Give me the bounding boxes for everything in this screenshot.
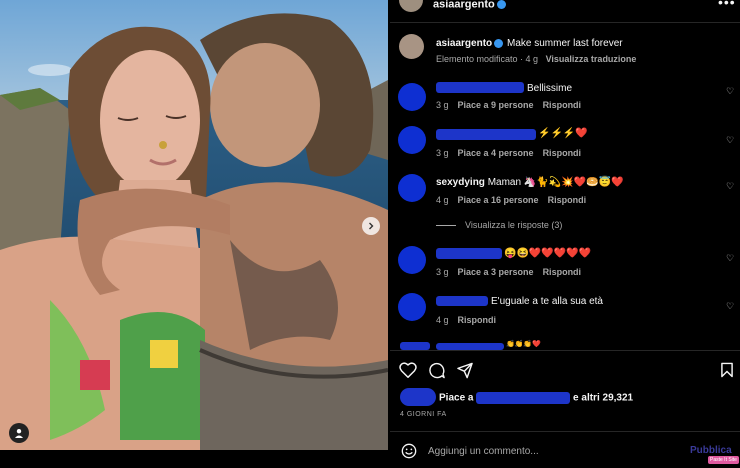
comment-avatar[interactable] [398,246,426,274]
comment-meta: 3 g Piace a 3 persone Rispondi [436,267,582,277]
tagged-user-icon[interactable] [9,423,29,443]
send-icon [457,362,473,379]
redacted-username [476,392,571,404]
comment-button[interactable] [428,362,446,384]
bookmark-icon [721,362,733,378]
redacted-username [436,343,504,350]
like-button[interactable] [399,362,417,383]
smiley-icon [401,443,417,459]
heart-icon [399,362,417,379]
redacted-username [436,296,488,306]
comment-meta: 4 g Rispondi [436,315,497,325]
comment-avatar[interactable] [398,83,426,111]
comment-meta: 3 g Piace a 9 persone Rispondi [436,100,582,110]
comment-likes[interactable]: Piace a 3 persone [458,267,534,277]
like-comment-icon[interactable]: ♡ [726,301,734,312]
more-options-icon[interactable]: ••• [718,0,736,10]
comment-text: 👏👏👏❤️ [506,341,541,348]
post-author-username[interactable]: asiaargento [433,0,506,10]
emoji-button[interactable] [401,443,417,464]
reply-button[interactable]: Rispondi [543,100,582,110]
likes-avatars[interactable] [400,388,436,406]
comment-likes[interactable]: Piace a 9 persone [458,100,534,110]
input-divider [390,431,740,432]
comment-avatar[interactable] [398,126,426,154]
comment-likes[interactable]: Piace a 4 persone [458,148,534,158]
comment-avatar[interactable] [400,342,430,350]
comment-text: E'uguale a te alla sua età [491,296,603,307]
redacted-username [436,248,502,259]
photo-footer [0,450,388,468]
comment-likes[interactable]: Piace a 16 persone [458,195,539,205]
comment-avatar[interactable] [398,293,426,321]
comment-avatar[interactable] [398,174,426,202]
comment-text: Maman 🦄🐈💫💥❤️🥯😇❤️ [487,177,624,188]
like-comment-icon[interactable]: ♡ [726,181,734,192]
reply-button[interactable]: Rispondi [548,195,587,205]
actions-divider [390,350,740,351]
next-photo-button[interactable] [362,217,380,235]
redacted-username [436,82,524,93]
post-time: 4 GIORNI FA [400,411,447,418]
replies-line [436,225,456,227]
comment-meta: 4 g Piace a 16 persone Rispondi [436,195,587,205]
comment-text: ⚡⚡⚡❤️ [538,128,588,139]
reply-button[interactable]: Rispondi [458,315,497,325]
comment-icon [429,362,445,379]
translate-link[interactable]: Visualizza traduzione [546,54,637,64]
comment-username[interactable]: sexydying [436,177,485,188]
comment-line: sexydying Maman 🦄🐈💫💥❤️🥯😇❤️ [436,177,623,188]
share-button[interactable] [456,362,474,384]
caption-text: Make summer last forever [507,38,623,49]
verified-icon [496,0,506,9]
caption-avatar[interactable] [399,34,424,59]
header-divider [390,22,740,23]
reply-button[interactable]: Rispondi [543,148,582,158]
like-comment-icon[interactable]: ♡ [726,135,734,146]
view-replies-button[interactable]: Visualizza le risposte (3) [436,220,562,230]
verified-icon [494,38,504,48]
comment-text: 😝😆❤️❤️❤️❤️❤️ [504,248,592,259]
chevron-right-icon [369,222,374,230]
likes-summary[interactable]: Piace a e altri 29,321 [439,392,633,404]
caption-meta: Elemento modificato · 4 g Visualizza tra… [436,54,636,64]
like-comment-icon[interactable]: ♡ [726,253,734,264]
author-username-text[interactable]: asiaargento [433,0,495,10]
edited-label: Elemento modificato · 4 g [436,54,539,64]
reply-button[interactable]: Rispondi [543,267,582,277]
caption-username[interactable]: asiaargento [436,38,504,49]
comment-text: Bellissime [527,83,573,94]
comment-input[interactable]: Aggiungi un commento... [428,446,539,457]
save-button[interactable] [720,362,734,383]
watermark: Paste It Site [708,456,739,464]
publish-button[interactable]: Pubblica [690,445,732,456]
like-comment-icon[interactable]: ♡ [726,86,734,97]
redacted-username [436,129,536,140]
post-photo[interactable] [0,0,388,450]
comment-meta: 3 g Piace a 4 persone Rispondi [436,148,582,158]
